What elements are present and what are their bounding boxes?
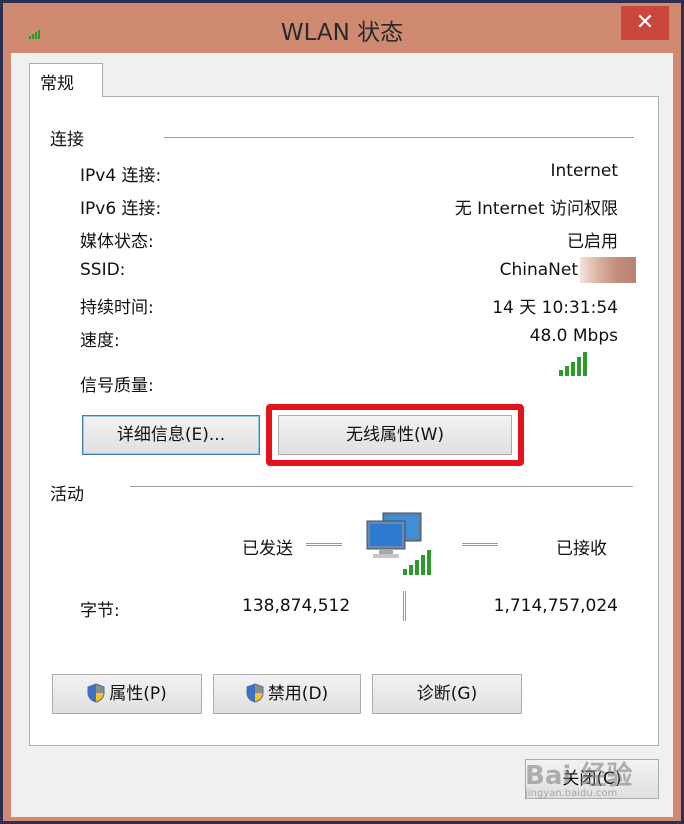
disable-button-label: 禁用(D): [267, 684, 329, 704]
activity-separator: [403, 591, 406, 621]
title-bar[interactable]: WLAN 状态 ✕: [3, 3, 681, 53]
duration-value: 14 天 10:31:54: [492, 298, 618, 318]
ipv4-value: Internet: [550, 161, 618, 181]
ipv6-value: 无 Internet 访问权限: [454, 199, 618, 219]
received-connector: [462, 543, 498, 546]
signal-bars-icon: [559, 352, 587, 376]
dialog-body: 常规 连接 IPv4 连接: Internet IPv6 连接: 无 Inter…: [11, 53, 673, 817]
watermark-text: Bai 经验: [525, 761, 633, 791]
sent-label: 已发送: [242, 539, 293, 559]
close-window-button[interactable]: ✕: [621, 6, 669, 40]
ssid-value: ChinaNet: [500, 257, 636, 283]
network-computers-icon: [366, 512, 431, 575]
ssid-redaction: [580, 257, 636, 283]
ipv4-label: IPv4 连接:: [80, 166, 162, 186]
received-label: 已接收: [556, 539, 607, 559]
sent-connector: [306, 543, 342, 546]
watermark-logo: Bai 经验 jingyan.baidu.com: [525, 755, 675, 815]
speed-label: 速度:: [80, 331, 120, 351]
bytes-sent-value: 138,874,512: [242, 596, 351, 616]
signal-quality-label: 信号质量:: [80, 376, 154, 396]
speed-value: 48.0 Mbps: [529, 326, 618, 346]
bytes-received-value: 1,714,757,024: [493, 596, 618, 616]
wlan-status-window: WLAN 状态 ✕ 常规 连接 IPv4 连接: Internet IPv6 连…: [0, 0, 684, 824]
duration-label: 持续时间:: [80, 298, 154, 318]
activity-section-label: 活动: [50, 480, 88, 505]
disable-button[interactable]: 禁用(D): [213, 674, 361, 714]
uac-shield-icon: [246, 683, 264, 703]
general-panel: 连接 IPv4 连接: Internet IPv6 连接: 无 Internet…: [29, 96, 659, 746]
ipv6-label: IPv6 连接:: [80, 199, 162, 219]
window-title: WLAN 状态: [280, 20, 404, 46]
diagnose-button[interactable]: 诊断(G): [372, 674, 522, 714]
watermark-url: jingyan.baidu.com: [525, 788, 618, 799]
uac-shield-icon: [87, 683, 105, 703]
media-state-label: 媒体状态:: [80, 232, 154, 252]
details-button[interactable]: 详细信息(E)...: [82, 415, 260, 455]
connection-section-label: 连接: [50, 125, 88, 150]
close-icon: ✕: [635, 10, 655, 35]
media-state-value: 已启用: [567, 232, 618, 252]
wireless-properties-button[interactable]: 无线属性(W): [278, 415, 512, 455]
section-divider: [164, 137, 634, 138]
bytes-label: 字节:: [80, 601, 120, 621]
ssid-text: ChinaNet: [499, 260, 578, 280]
section-divider: [130, 486, 633, 487]
properties-button-label: 属性(P): [109, 684, 167, 704]
properties-button[interactable]: 属性(P): [52, 674, 202, 714]
ssid-label: SSID:: [80, 260, 126, 280]
tab-general[interactable]: 常规: [29, 63, 103, 97]
